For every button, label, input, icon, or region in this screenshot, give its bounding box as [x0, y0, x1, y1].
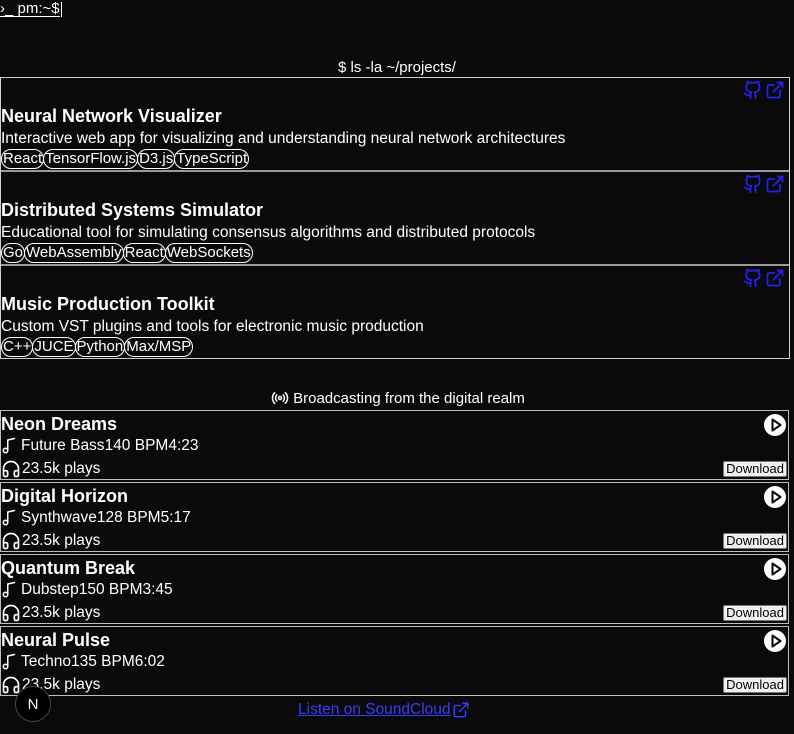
music-note-icon [2, 509, 16, 526]
headphones-icon [2, 532, 20, 550]
track-bpm: 128 BPM [96, 509, 161, 526]
play-button[interactable] [763, 629, 787, 653]
external-link-icon[interactable] [765, 174, 785, 194]
tech-tag: JUCE [32, 337, 76, 357]
text-cursor [60, 1, 62, 17]
tech-tag: D3.js [137, 149, 176, 169]
dev-tools-badge-label: N [27, 695, 39, 713]
project-card: Distributed Systems Simulator Educationa… [1, 170, 789, 263]
play-button[interactable] [763, 557, 787, 581]
project-title: Distributed Systems Simulator [1, 200, 264, 220]
music-note-icon [2, 653, 16, 670]
play-icon [764, 414, 786, 436]
tech-tag: React [122, 243, 166, 263]
project-card: Neural Network Visualizer Interactive we… [1, 78, 789, 170]
download-button[interactable]: Download [723, 533, 787, 549]
project-tags: Go WebAssembly React WebSockets [1, 243, 253, 263]
headphones-icon [2, 460, 20, 478]
track-duration: 6:02 [134, 653, 165, 670]
track-genre: Dubstep [21, 581, 79, 598]
github-icon[interactable] [743, 80, 763, 100]
track-meta: Dubstep 150 BPM 3:45 [1, 580, 173, 600]
track-plays: 23.5k plays [22, 532, 101, 549]
play-icon [764, 558, 786, 580]
track-genre: Synthwave [21, 509, 97, 526]
project-tags: React TensorFlow.js D3.js TypeScript [1, 149, 250, 169]
music-note-icon [2, 437, 16, 454]
track-plays-row: 23.5k plays [1, 675, 100, 695]
track-meta: Synthwave 128 BPM 5:17 [1, 508, 191, 528]
track-meta: Techno 135 BPM 6:02 [1, 652, 165, 672]
track-bpm: 150 BPM [78, 581, 143, 598]
track-card: Digital Horizon Synthwave 128 BPM 5:17 23.… [0, 482, 789, 552]
project-tags: C++ JUCE Python Max/MSP [1, 337, 194, 357]
terminal-prompt: ›_ pm:~$ [0, 0, 60, 17]
tech-tag: Python [74, 337, 126, 357]
tech-tag: C++ [1, 337, 34, 357]
tech-tag: TensorFlow.js [43, 149, 139, 169]
tech-tag: TypeScript [174, 149, 250, 169]
dev-tools-badge[interactable]: N [15, 686, 51, 722]
play-icon [764, 630, 786, 652]
music-section-title: Broadcasting from the digital realm [293, 389, 525, 407]
play-button[interactable] [763, 485, 787, 509]
soundcloud-link-label: Listen on SoundCloud [298, 701, 451, 718]
github-icon[interactable] [743, 174, 763, 194]
project-card: Music Production Toolkit Custom VST plug… [1, 264, 789, 357]
music-section-heading: Broadcasting from the digital realm [0, 389, 794, 407]
project-title: Music Production Toolkit [1, 294, 215, 314]
projects-command: $ ls -la ~/projects/ [338, 59, 456, 76]
tech-tag: React [1, 149, 45, 169]
tech-tag: WebSockets [164, 243, 253, 263]
track-card: Quantum Break Dubstep 150 BPM 3:45 23.5k p… [0, 554, 789, 624]
external-link-icon[interactable] [765, 268, 785, 288]
soundcloud-link[interactable]: Listen on SoundCloud [298, 701, 470, 719]
track-plays-row: 23.5k plays [1, 603, 100, 623]
project-description: Interactive web app for visualizing and … [1, 130, 566, 147]
track-title: Quantum Break [1, 558, 136, 578]
tracks-list: Neon Dreams Future Bass 140 BPM 4:23 23.5k… [0, 410, 789, 698]
project-description: Custom VST plugins and tools for electro… [1, 318, 424, 335]
tech-tag: Go [1, 243, 26, 263]
external-link-icon [453, 702, 469, 718]
track-title: Neon Dreams [1, 414, 118, 434]
track-genre: Techno [21, 653, 71, 670]
track-bpm: 140 BPM [104, 437, 169, 454]
track-plays: 23.5k plays [22, 460, 101, 477]
track-duration: 3:45 [142, 581, 173, 598]
track-genre: Future Bass [21, 437, 105, 454]
track-duration: 5:17 [160, 509, 191, 526]
track-bpm: 135 BPM [70, 653, 135, 670]
track-plays-row: 23.5k plays [1, 531, 100, 551]
track-duration: 4:23 [168, 437, 199, 454]
play-button[interactable] [763, 413, 787, 437]
track-plays-row: 23.5k plays [1, 459, 100, 479]
download-button[interactable]: Download [723, 605, 787, 621]
download-button[interactable]: Download [723, 461, 787, 477]
track-card: Neon Dreams Future Bass 140 BPM 4:23 23.5k… [0, 410, 789, 480]
track-title: Neural Pulse [1, 630, 111, 650]
github-icon[interactable] [743, 268, 763, 288]
tech-tag: Max/MSP [124, 337, 194, 357]
projects-list: Neural Network Visualizer Interactive we… [0, 77, 790, 359]
terminal-prompt-bar: ›_ pm:~$ [0, 0, 62, 18]
project-description: Educational tool for simulating consensu… [1, 224, 536, 241]
track-plays: 23.5k plays [22, 604, 101, 621]
external-link-icon[interactable] [765, 80, 785, 100]
play-icon [764, 486, 786, 508]
headphones-icon [2, 604, 20, 622]
tech-tag: WebAssembly [24, 243, 124, 263]
track-meta: Future Bass 140 BPM 4:23 [1, 436, 199, 456]
radio-broadcast-icon [271, 391, 289, 405]
music-note-icon [2, 581, 16, 598]
track-card: Neural Pulse Techno 135 BPM 6:02 23.5k pla… [0, 626, 789, 696]
project-title: Neural Network Visualizer [1, 106, 222, 126]
download-button[interactable]: Download [723, 677, 787, 693]
track-title: Digital Horizon [1, 486, 128, 506]
